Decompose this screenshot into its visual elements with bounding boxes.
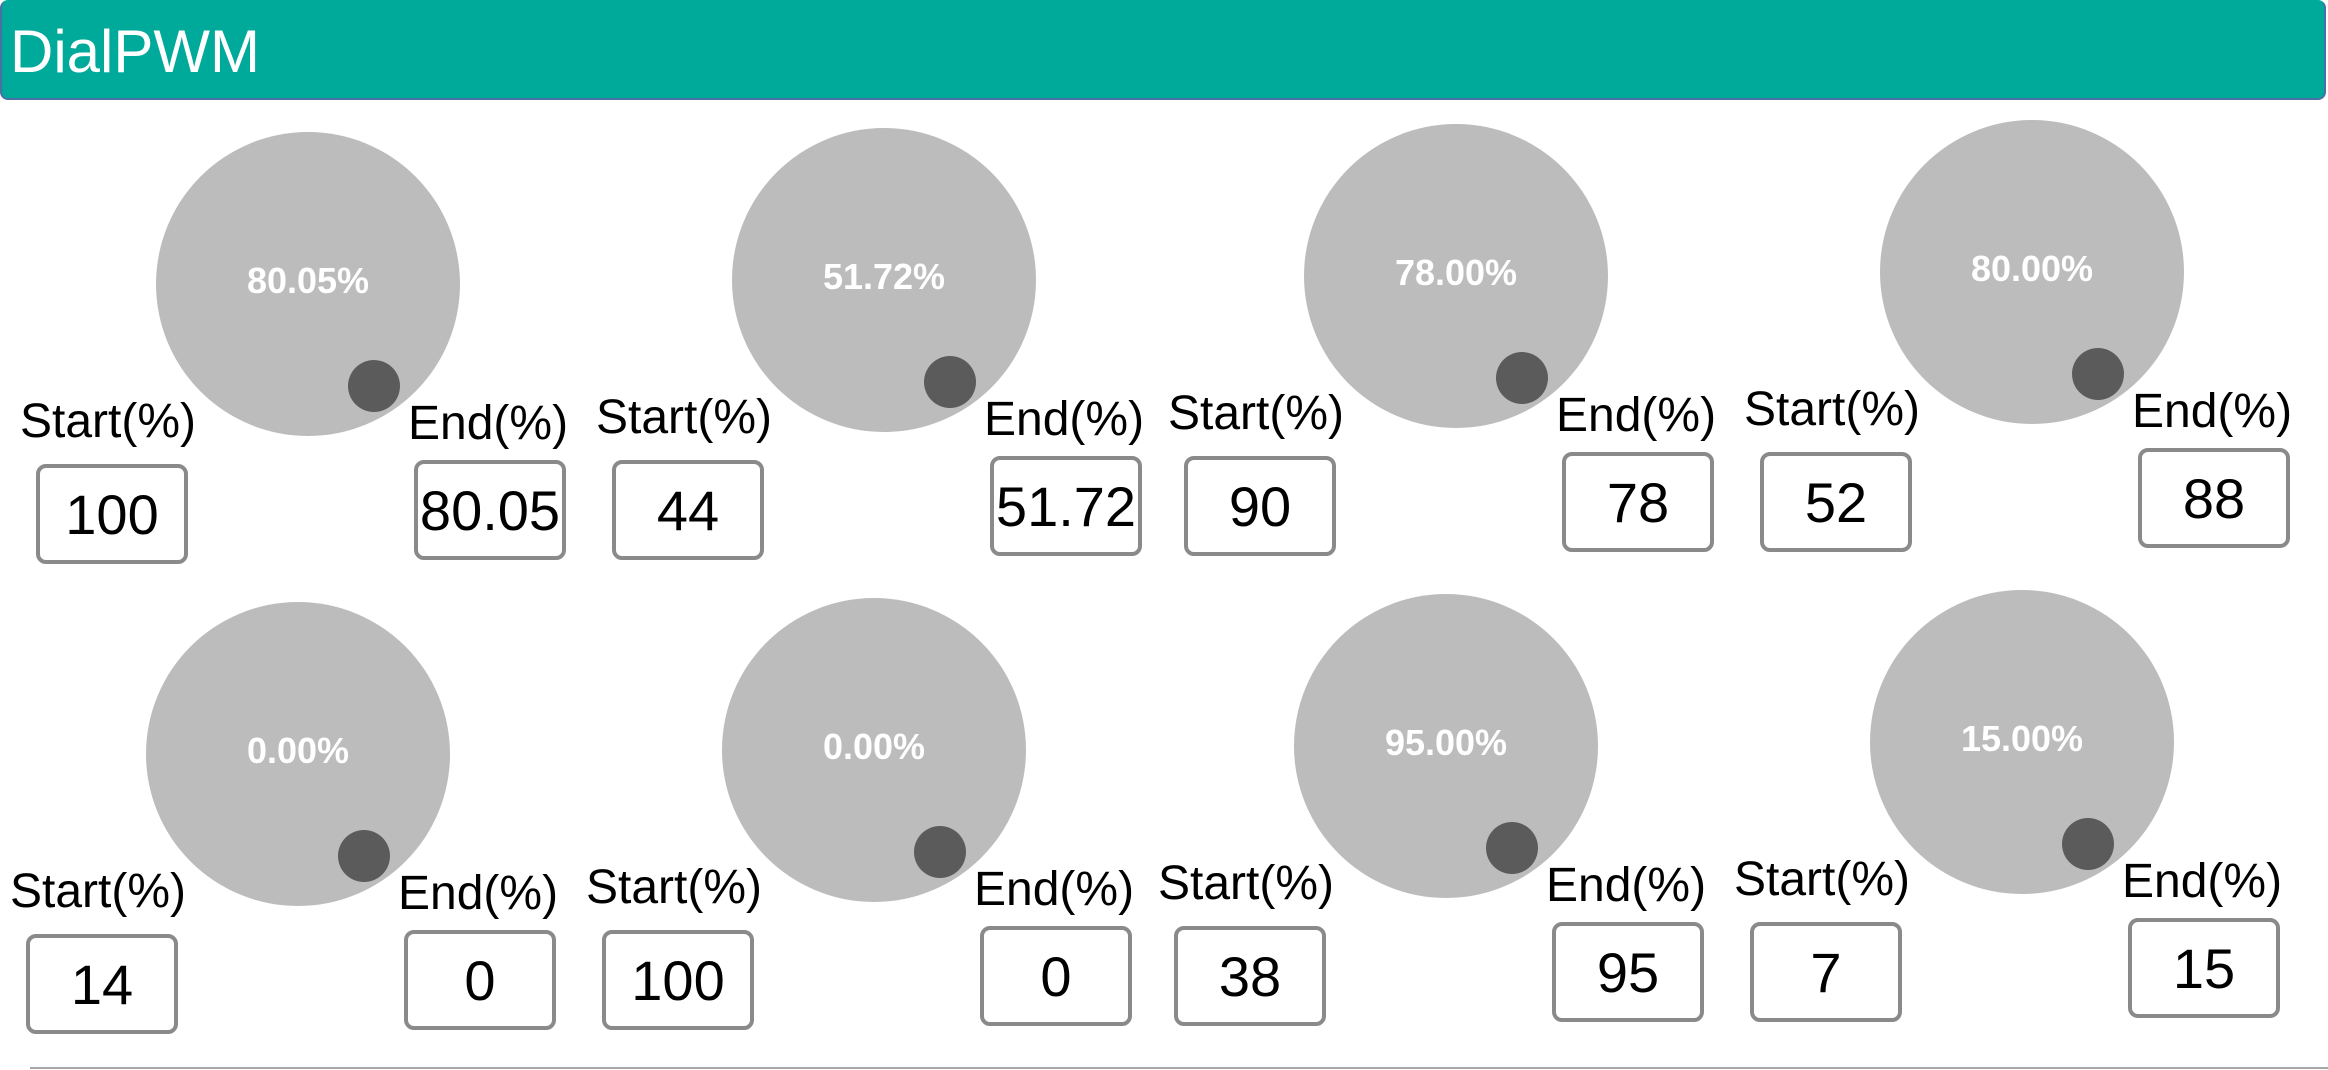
bottom-divider (30, 1067, 2328, 1069)
dial-knob[interactable] (1496, 352, 1548, 404)
end-input[interactable] (1552, 922, 1704, 1022)
dial[interactable]: 0.00% (722, 598, 1026, 902)
end-input[interactable] (1562, 452, 1714, 552)
dial-value: 51.72% (822, 256, 946, 297)
dial-knob[interactable] (348, 360, 400, 412)
start-input[interactable] (602, 930, 754, 1030)
dial-knob[interactable] (1486, 822, 1538, 874)
dial-widget: 80.00% Start(%) End(%) (1744, 118, 2324, 578)
start-input[interactable] (1174, 926, 1326, 1026)
start-input[interactable] (612, 460, 764, 560)
dial[interactable]: 0.00% (146, 602, 450, 906)
dial[interactable]: 80.05% (156, 132, 460, 436)
end-label: End(%) (1546, 859, 1707, 912)
dial[interactable]: 78.00% (1304, 124, 1608, 428)
start-label: Start(%) (586, 861, 763, 914)
dial-widget: 80.05% Start(%) End(%) (20, 130, 600, 590)
end-label: End(%) (1556, 389, 1717, 442)
dial[interactable]: 80.00% (1880, 120, 2184, 424)
start-label: Start(%) (596, 391, 773, 444)
end-input[interactable] (2128, 918, 2280, 1018)
dial[interactable]: 51.72% (732, 128, 1036, 432)
dial-widget: 95.00% Start(%) End(%) (1158, 592, 1738, 1052)
dial-widget: 51.72% Start(%) End(%) (596, 126, 1176, 586)
end-label: End(%) (2122, 855, 2283, 908)
end-label: End(%) (984, 393, 1145, 446)
dial-widget: 0.00% Start(%) End(%) (10, 600, 590, 1060)
dial-value: 0.00% (822, 726, 926, 767)
dial-value: 78.00% (1394, 252, 1518, 293)
start-input[interactable] (36, 464, 188, 564)
start-input[interactable] (1750, 922, 1902, 1022)
end-input[interactable] (990, 456, 1142, 556)
start-label: Start(%) (1168, 387, 1345, 440)
start-label: Start(%) (1734, 853, 1911, 906)
end-input[interactable] (980, 926, 1132, 1026)
end-label: End(%) (408, 397, 569, 450)
dial-knob[interactable] (2062, 818, 2114, 870)
dial-widget: 78.00% Start(%) End(%) (1168, 122, 1748, 582)
dial-value: 80.05% (246, 260, 370, 301)
dial-knob[interactable] (914, 826, 966, 878)
end-input[interactable] (2138, 448, 2290, 548)
end-input[interactable] (414, 460, 566, 560)
dial[interactable]: 95.00% (1294, 594, 1598, 898)
dial[interactable]: 15.00% (1870, 590, 2174, 894)
end-input[interactable] (404, 930, 556, 1030)
dial-value: 80.00% (1970, 248, 2094, 289)
end-label: End(%) (2132, 385, 2293, 438)
end-label: End(%) (398, 867, 559, 920)
start-input[interactable] (1760, 452, 1912, 552)
dial-knob[interactable] (924, 356, 976, 408)
start-label: Start(%) (1158, 857, 1335, 910)
start-label: Start(%) (1744, 383, 1921, 436)
dial-knob[interactable] (338, 830, 390, 882)
dial-knob[interactable] (2072, 348, 2124, 400)
start-input[interactable] (26, 934, 178, 1034)
start-label: Start(%) (10, 865, 187, 918)
start-label: Start(%) (20, 395, 197, 448)
end-label: End(%) (974, 863, 1135, 916)
dial-widget: 0.00% Start(%) End(%) (586, 596, 1166, 1056)
app-header: DialPWM (0, 0, 2326, 100)
dial-value: 95.00% (1384, 722, 1508, 763)
app-title: DialPWM (10, 18, 260, 85)
start-input[interactable] (1184, 456, 1336, 556)
dial-value: 15.00% (1960, 718, 2084, 759)
dial-widget: 15.00% Start(%) End(%) (1734, 588, 2314, 1048)
dial-value: 0.00% (246, 730, 350, 771)
